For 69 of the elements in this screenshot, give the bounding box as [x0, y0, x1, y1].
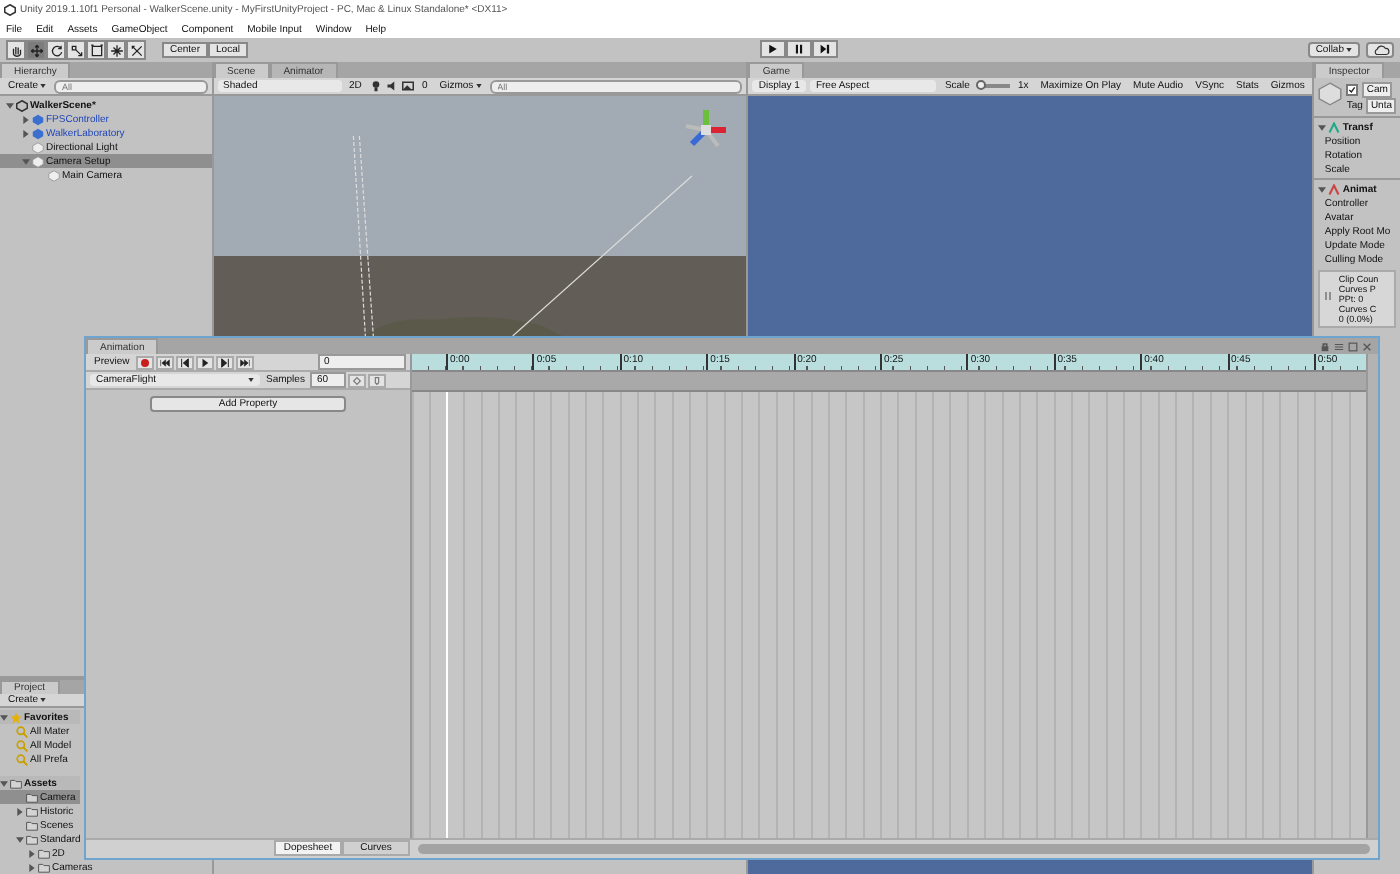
pause-icon — [794, 44, 804, 54]
previous-keyframe-button[interactable] — [175, 355, 194, 369]
component-icon — [1328, 183, 1341, 195]
first-keyframe-button[interactable] — [155, 355, 174, 369]
caret-icon — [1346, 48, 1352, 52]
hand-tool-icon — [9, 43, 23, 57]
star-icon — [10, 711, 22, 723]
play-button[interactable] — [195, 355, 214, 369]
expanded-arrow-icon[interactable] — [0, 713, 8, 721]
custom-tool-icon — [129, 43, 143, 57]
hand-tool-button[interactable] — [6, 40, 26, 60]
expanded-arrow-icon[interactable] — [0, 779, 8, 787]
add-keyframe-button[interactable] — [348, 373, 367, 387]
rect-tool-button[interactable] — [86, 40, 106, 60]
close-icon[interactable] — [1362, 341, 1372, 351]
transform-tool-button[interactable] — [106, 40, 126, 60]
move-tool-button[interactable] — [26, 40, 46, 60]
collapsed-arrow-icon[interactable] — [28, 849, 36, 857]
lock-icon[interactable] — [1320, 341, 1330, 351]
cube-icon — [1318, 82, 1343, 106]
horizontal-scrollbar[interactable] — [418, 844, 1370, 854]
unity-logo-icon — [16, 99, 28, 111]
scale-tool-button[interactable] — [66, 40, 86, 60]
cloud-icon — [1371, 44, 1389, 56]
play-icon — [768, 44, 778, 54]
skip-to-start-icon — [159, 357, 170, 367]
move-tool-icon — [29, 43, 43, 57]
cloud-button[interactable] — [1366, 42, 1394, 58]
info-icon — [1324, 290, 1333, 302]
maximize-icon[interactable] — [1348, 341, 1358, 351]
play-button[interactable] — [760, 40, 786, 58]
pause-button[interactable] — [786, 40, 812, 58]
unity-logo-icon — [4, 4, 16, 16]
event-marker-icon — [372, 375, 383, 385]
collapsed-arrow-icon[interactable] — [22, 115, 30, 123]
rotate-tool-icon — [49, 43, 63, 57]
previous-icon — [179, 357, 190, 367]
active-checkbox[interactable] — [1346, 83, 1359, 95]
custom-tool-button[interactable] — [126, 40, 146, 60]
collapsed-arrow-icon[interactable] — [22, 129, 30, 137]
step-icon — [820, 44, 830, 54]
collapsed-arrow-icon[interactable] — [16, 807, 24, 815]
rect-tool-icon — [89, 43, 103, 57]
collapsed-arrow-icon[interactable] — [28, 863, 36, 871]
scale-tool-icon — [69, 43, 83, 57]
next-keyframe-button[interactable] — [215, 355, 234, 369]
image-icon[interactable] — [401, 80, 414, 92]
light-bulb-icon[interactable] — [369, 80, 382, 92]
expanded-arrow-icon[interactable] — [6, 101, 14, 109]
expanded-arrow-icon[interactable] — [22, 157, 30, 165]
add-event-button[interactable] — [368, 373, 387, 387]
expanded-arrow-icon[interactable] — [16, 835, 24, 843]
expanded-arrow-icon[interactable] — [1318, 123, 1327, 131]
caret-icon — [475, 84, 482, 88]
caret-icon — [40, 84, 47, 88]
menu-icon[interactable] — [1334, 341, 1344, 351]
component-icon — [1328, 121, 1341, 133]
last-keyframe-button[interactable] — [235, 355, 254, 369]
record-button[interactable] — [135, 355, 154, 369]
caret-icon — [40, 698, 47, 702]
rotate-tool-button[interactable] — [46, 40, 66, 60]
transform-tool-icon — [109, 43, 123, 57]
expanded-arrow-icon[interactable] — [1318, 185, 1327, 193]
skip-to-end-icon — [239, 357, 250, 367]
next-icon — [219, 357, 230, 367]
caret-icon — [248, 378, 254, 382]
step-button[interactable] — [812, 40, 838, 58]
vertical-scrollbar[interactable] — [1366, 354, 1378, 838]
diamond-icon — [352, 375, 363, 385]
